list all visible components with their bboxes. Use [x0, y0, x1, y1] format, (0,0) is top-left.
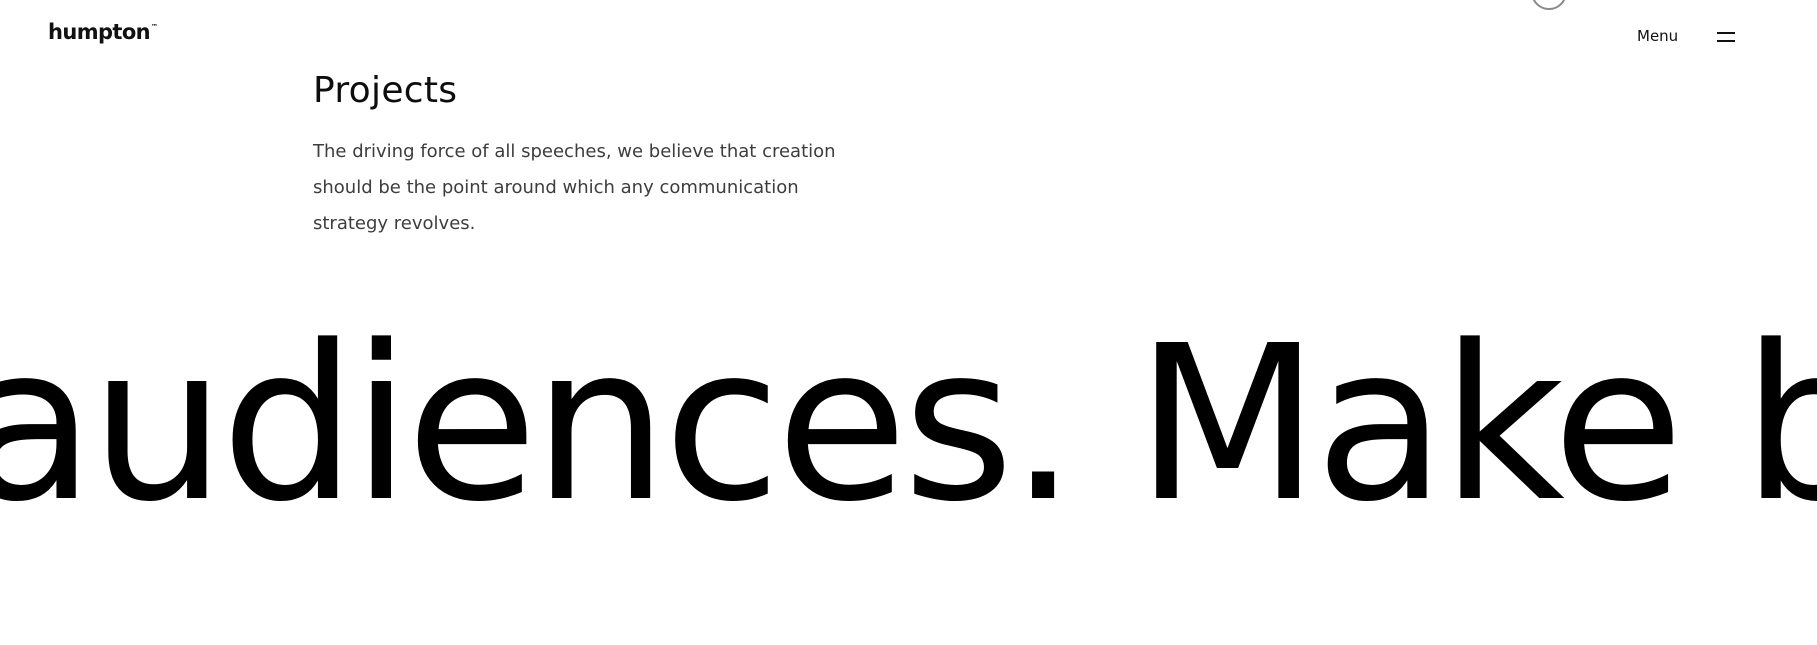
- menu-button[interactable]: Menu: [1625, 14, 1745, 58]
- intro-description: The driving force of all speeches, we be…: [313, 141, 836, 234]
- site-logo[interactable]: humpton™: [48, 22, 158, 43]
- page: humpton™ Menu Projects The driving force…: [0, 0, 1817, 645]
- projects-intro: Projects The driving force of all speech…: [313, 64, 873, 242]
- logo-text: humpton: [48, 20, 151, 44]
- scrolling-marquee: audiences. Make bro: [0, 330, 1817, 520]
- marquee-text: audiences. Make bro: [0, 330, 1817, 520]
- hamburger-line-top: [1717, 32, 1735, 34]
- hamburger-icon[interactable]: [1717, 30, 1735, 42]
- trademark-mark: ™: [151, 23, 159, 31]
- page-title: Projects: [313, 70, 458, 111]
- site-header: humpton™ Menu: [0, 0, 1817, 72]
- hamburger-line-bottom: [1717, 40, 1735, 42]
- menu-label: Menu: [1637, 27, 1679, 45]
- custom-cursor-ring: [1531, 0, 1567, 10]
